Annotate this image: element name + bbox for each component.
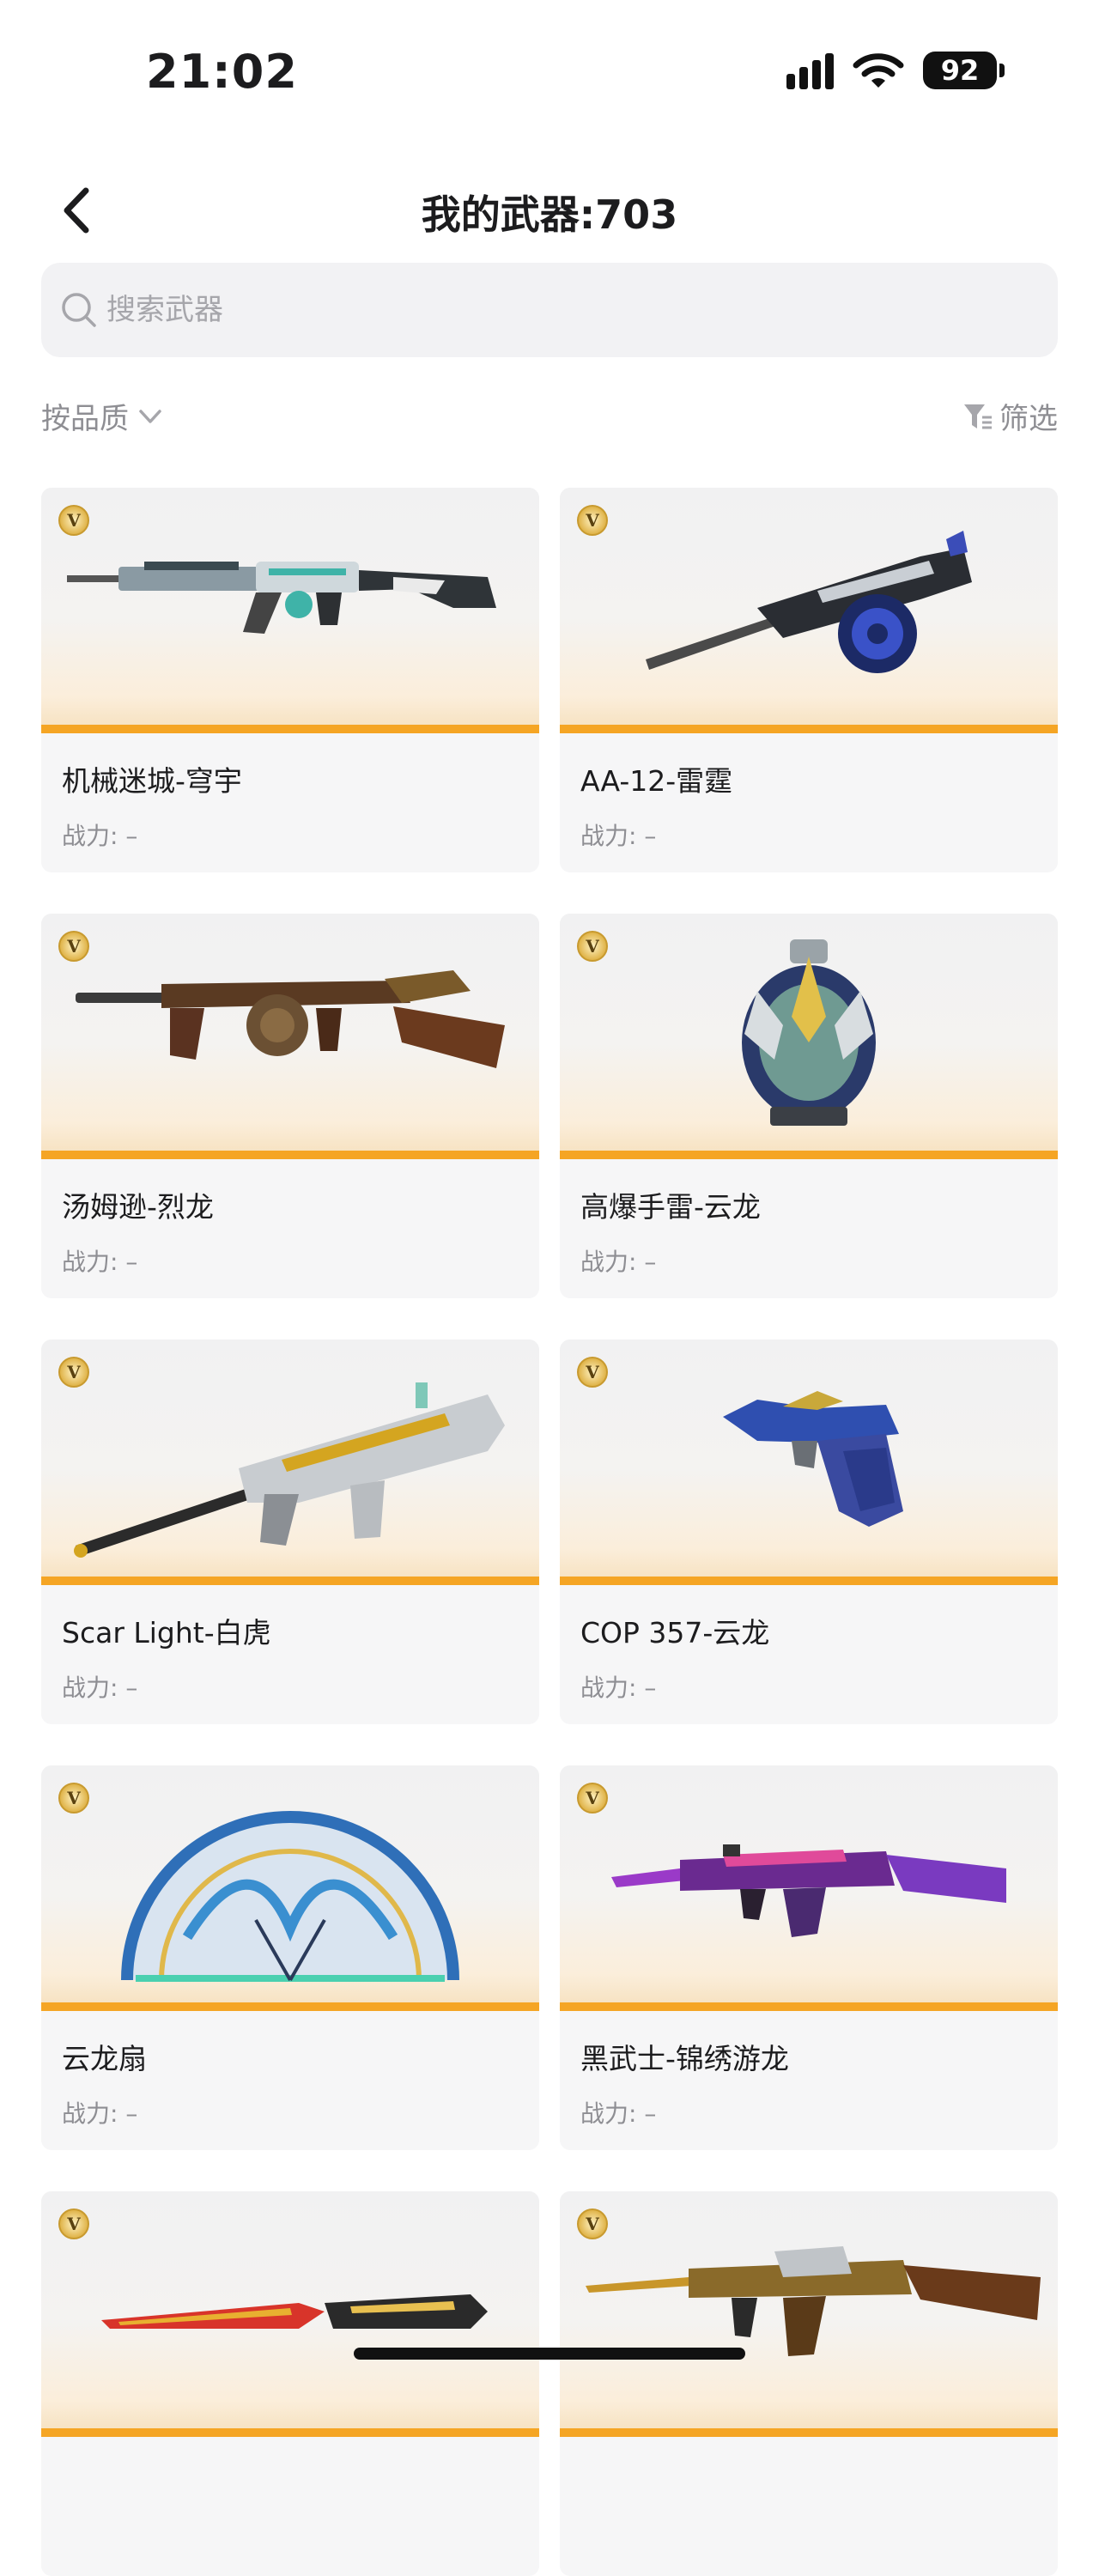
weapon-image-area: V [41,1340,539,1585]
weapon-name: AA-12-雷霆 [580,764,733,798]
weapon-power: 战力: – [580,822,657,850]
weapon-power: 战力: – [62,1674,138,1702]
weapon-image-area: V [41,1765,539,2011]
pistol-image [723,1391,903,1527]
submachine-gun-image [76,970,505,1068]
weapon-name: 机械迷城-穹宇 [62,764,242,798]
weapon-name: 高爆手雷-云龙 [580,1190,761,1224]
quality-badge: V [577,2208,608,2239]
weapon-name: COP 357-云龙 [580,1616,770,1649]
weapon-power: 战力: – [580,1248,657,1276]
weapon-name: Scar Light-白虎 [62,1616,271,1649]
weapon-power: 战力: – [580,2099,657,2128]
filter-button[interactable]: 筛选 [962,395,1058,437]
weapon-card[interactable]: V 机械迷城-穹宇 战力: – [41,488,539,872]
quality-badge: V [58,505,89,536]
fan-image [121,1811,459,1982]
weapon-image-area: V [41,488,539,733]
weapon-image-area: V [560,1340,1058,1585]
weapon-card[interactable]: V COP 357-云龙 战力: – [560,1340,1058,1724]
weapon-name: 云龙扇 [62,2042,147,2075]
weapon-image-area: V [560,914,1058,1159]
rifle-image [611,1844,1006,1937]
weapon-card[interactable]: V 高爆手雷-云龙 战力: – [560,914,1058,1298]
weapon-card[interactable]: V [560,2191,1058,2576]
weapon-card[interactable]: V AA-12-雷霆 战力: – [560,488,1058,872]
weapon-card[interactable]: V 黑武士-锦绣游龙 战力: – [560,1765,1058,2150]
quality-badge: V [58,1357,89,1388]
weapon-card[interactable]: V 汤姆逊-烈龙 战力: – [41,914,539,1298]
battery-level: 92 [923,52,997,89]
blade-image [101,2294,488,2329]
search-box[interactable] [41,263,1058,357]
search-input[interactable] [106,293,965,327]
quality-badge: V [58,1783,89,1814]
weapon-power: 战力: – [580,1674,657,1702]
weapon-grid: V 机械迷城-穹宇 战力: – V AA-12-雷霆 战力: – V 汤姆逊-烈… [41,488,1058,2576]
weapon-image-area: V [560,1765,1058,2011]
weapon-image-area: V [560,488,1058,733]
shotgun-image [646,531,972,673]
grenade-image [742,939,876,1126]
filter-row: 按品质 筛选 [41,395,1058,447]
nav-bar: 我的武器:703 [0,163,1099,258]
rifle-image [586,2246,1041,2356]
chevron-down-icon [139,409,161,423]
weapon-power: 战力: – [62,2099,138,2128]
weapon-power: 战力: – [62,822,138,850]
sort-label: 按品质 [41,402,129,436]
search-icon [62,293,96,327]
status-time: 21:02 [146,45,298,99]
rifle-image [74,1382,505,1558]
quality-badge: V [577,1357,608,1388]
quality-badge: V [58,2208,89,2239]
quality-badge: V [577,931,608,962]
weapon-image-area: V [41,914,539,1159]
wifi-icon [853,53,904,88]
page-title: 我的武器:703 [421,191,678,238]
weapon-image-area: V [560,2191,1058,2437]
status-icons: 92 [786,52,1005,89]
quality-badge: V [58,931,89,962]
battery-icon: 92 [923,52,1005,89]
quality-badge: V [577,1783,608,1814]
cellular-signal-icon [786,52,834,89]
filter-label: 筛选 [999,402,1058,436]
weapon-card[interactable]: V 云龙扇 战力: – [41,1765,539,2150]
home-indicator [354,2348,745,2360]
filter-icon [964,404,992,428]
rifle-image [67,562,496,634]
quality-badge: V [577,505,608,536]
weapon-card[interactable]: V Scar Light-白虎 战力: – [41,1340,539,1724]
sort-dropdown[interactable]: 按品质 [41,395,167,437]
weapon-image-area: V [41,2191,539,2437]
weapon-power: 战力: – [62,1248,138,1276]
status-bar: 21:02 92 [0,0,1099,146]
weapon-card[interactable]: V [41,2191,539,2576]
weapon-name: 汤姆逊-烈龙 [62,1190,214,1224]
weapon-name: 黑武士-锦绣游龙 [580,2042,789,2075]
